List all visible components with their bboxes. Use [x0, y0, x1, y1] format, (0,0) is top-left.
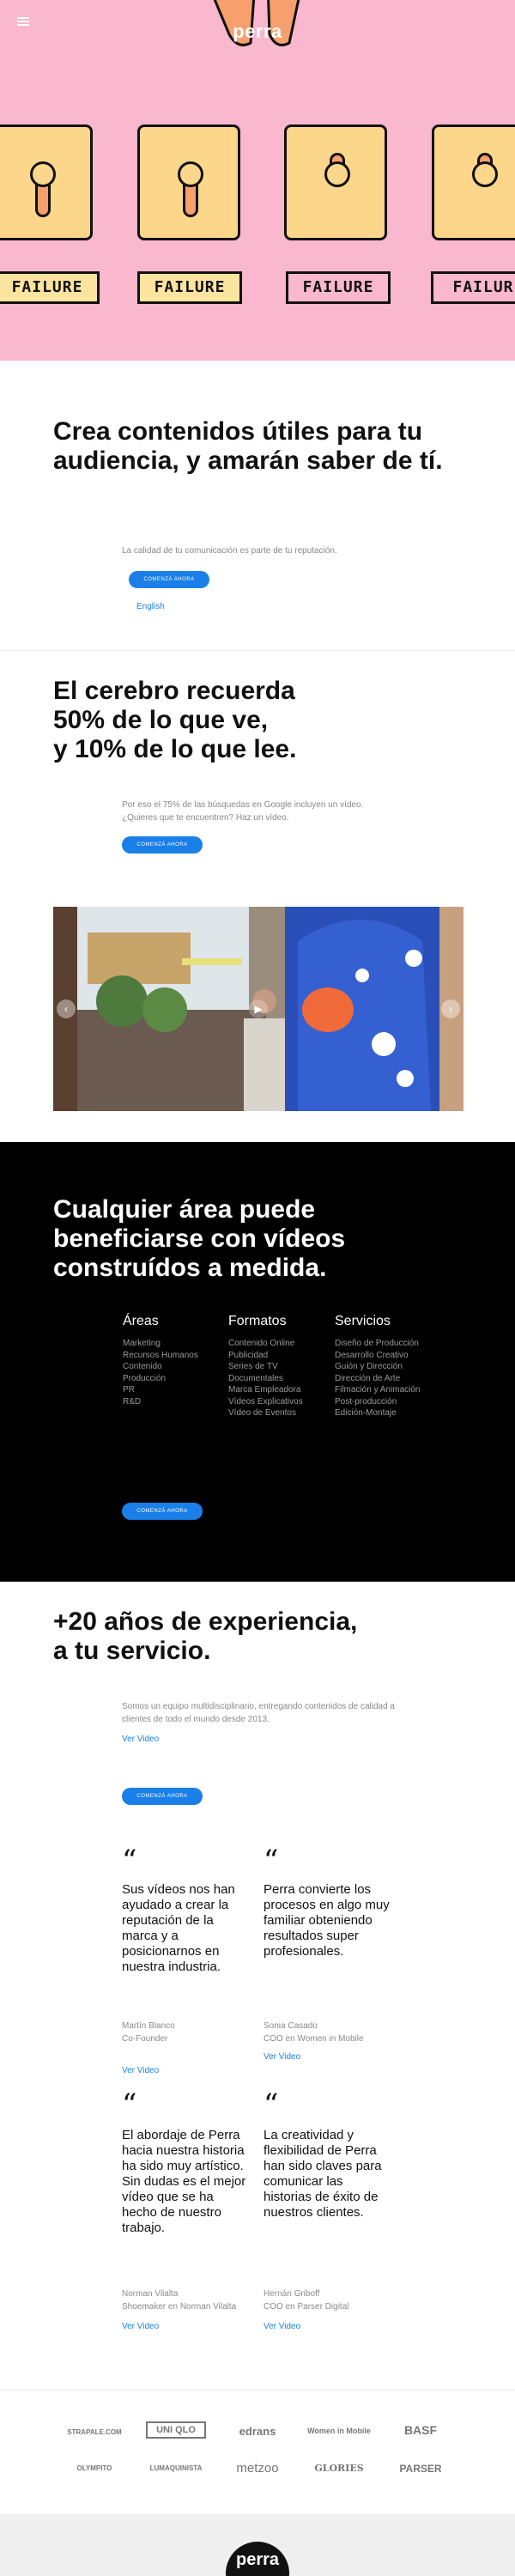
client-logo: edrans: [239, 2425, 276, 2438]
quote-icon: “: [122, 1844, 137, 1878]
testimonial-author: Martín Blanco Co-Founder: [122, 2021, 175, 2044]
brain-title: El cerebro recuerda 50% de lo que ve, y …: [53, 677, 297, 763]
switch-illustration: [137, 125, 240, 240]
switch-illustration: [0, 125, 93, 240]
client-logos: STRAPALE.COM UNI QLO edrans Women in Mob…: [0, 2396, 515, 2514]
testimonial-quote: El abordaje de Perra hacia nuestra histo…: [122, 2128, 246, 2235]
watch-video-link[interactable]: Ver Video: [264, 2322, 300, 2331]
areas-list: Marketing Recursos Humanos Contenido Pro…: [123, 1339, 198, 1406]
client-logo: BASF: [403, 2423, 438, 2437]
brain-text: Por eso el 75% de las búsquedas en Googl…: [122, 800, 364, 823]
areas-section: Cualquier área puede beneficiarse con ví…: [0, 1142, 515, 1582]
play-icon[interactable]: ▶: [249, 999, 268, 1018]
column-title: Formatos: [228, 1314, 287, 1328]
english-link[interactable]: English: [136, 602, 165, 611]
prev-arrow-icon[interactable]: ‹: [57, 999, 76, 1018]
quote-icon: “: [264, 1844, 279, 1878]
watch-video-link[interactable]: Ver Video: [122, 2066, 159, 2075]
failure-tag: FAILURE: [286, 271, 391, 304]
hero-banner: perra FAILURE FAILURE FAILURE FAILUR: [0, 0, 515, 361]
client-logo: LUMAQUINISTA: [149, 2464, 203, 2472]
watch-video-link[interactable]: Ver Video: [264, 2052, 300, 2062]
column-title: Áreas: [123, 1314, 159, 1328]
failure-tag: FAILUR: [431, 271, 515, 304]
testimonial-quote: Perra convierte los procesos en algo muy…: [264, 1882, 390, 1959]
start-now-button[interactable]: COMENZÁ AHORA: [129, 571, 209, 588]
start-now-button[interactable]: COMENZÁ AHORA: [122, 1788, 203, 1805]
quote-icon: “: [122, 2087, 137, 2122]
testimonial-author: Norman Vilalta Shoemaker en Norman Vilal…: [122, 2289, 237, 2312]
switch-illustration: [284, 125, 387, 240]
next-arrow-icon[interactable]: ›: [441, 999, 460, 1018]
watch-video-link[interactable]: Ver Video: [122, 2322, 159, 2331]
experience-text: Somos un equipo multidisciplinario, entr…: [122, 1702, 395, 1724]
formats-list: Contenido Online Publicidad Series de TV…: [228, 1339, 303, 1418]
watch-video-link[interactable]: Ver Video: [122, 1735, 159, 1744]
section-divider: [0, 650, 515, 651]
failure-tag: FAILURE: [0, 271, 100, 304]
services-list: Diseño de Producción Desarrollo Creativo…: [335, 1339, 421, 1418]
client-logo: GLORIES: [314, 2463, 364, 2474]
testimonial-quote: Sus vídeos nos han ayudado a crear la re…: [122, 1882, 235, 1974]
testimonial-author: Sonia Casado COO en Women in Mobile: [264, 2021, 364, 2044]
quote-icon: “: [264, 2087, 279, 2122]
switch-illustration: [432, 125, 515, 240]
brand-logo[interactable]: perra: [0, 21, 515, 43]
client-logo: metzoo: [236, 2461, 279, 2476]
testimonial-author: Hernán Griboff COO en Parser Digital: [264, 2289, 349, 2312]
client-logo: OLYMPITO: [76, 2464, 112, 2472]
client-logo: PARSER: [399, 2463, 442, 2475]
intro-text: La calidad de tu comunicación es parte d…: [122, 546, 337, 556]
client-logo: Women in Mobile: [307, 2427, 371, 2435]
column-title: Servicios: [335, 1314, 391, 1328]
client-logo: STRAPALE.COM: [67, 2428, 122, 2436]
footer-brand-logo[interactable]: perra: [226, 2542, 289, 2576]
experience-title: +20 años de experiencia, a tu servicio.: [53, 1607, 358, 1665]
section-divider: [0, 2390, 515, 2391]
intro-title: Crea contenidos útiles para tu audiencia…: [53, 417, 443, 475]
start-now-button[interactable]: COMENZÁ AHORA: [122, 836, 203, 854]
video-carousel[interactable]: ‹ › ▶: [53, 907, 464, 1111]
footer: perra: [0, 2514, 515, 2576]
client-logo: UNI QLO: [146, 2421, 206, 2439]
areas-title: Cualquier área puede beneficiarse con ví…: [53, 1195, 346, 1282]
testimonial-quote: La creatividad y flexibilidad de Perra h…: [264, 2128, 382, 2220]
failure-tag: FAILURE: [137, 271, 242, 304]
start-now-button[interactable]: COMENZÁ AHORA: [122, 1503, 203, 1520]
